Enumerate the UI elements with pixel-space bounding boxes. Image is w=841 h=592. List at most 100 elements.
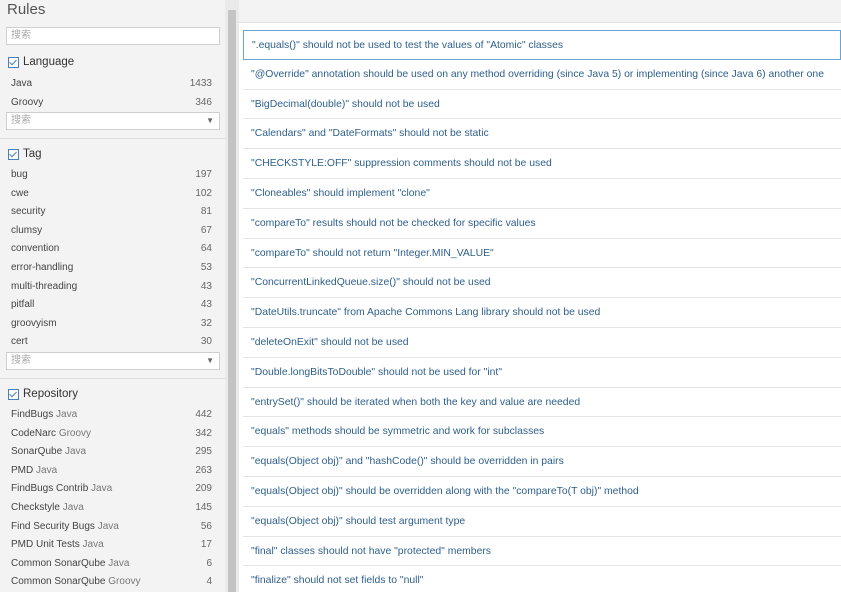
facet-item-count: 43 [200, 299, 212, 311]
facet-item[interactable]: FindBugs Contrib Java 209 [0, 480, 225, 499]
facet-item-label: Common SonarQube [11, 576, 106, 588]
facet-item-language: Java [97, 520, 119, 532]
facet-tag-header[interactable]: Tag [8, 148, 42, 160]
facet-item-count: 67 [200, 224, 212, 236]
facet-item[interactable]: Common SonarQube Groovy 4 [0, 573, 225, 592]
chevron-down-icon[interactable]: ▼ [206, 353, 214, 369]
facet-item[interactable]: SonarQube Java 295 [0, 443, 225, 462]
tag-search-select[interactable]: 搜索 ▼ [6, 352, 220, 370]
rule-row[interactable]: "deleteOnExit" should not be used [243, 328, 841, 358]
facet-item-label: Common SonarQube [11, 557, 106, 569]
facet-item-label: clumsy [11, 224, 43, 236]
rule-row[interactable]: "equals(Object obj)" should test argumen… [243, 507, 841, 537]
list-toolbar [239, 0, 841, 23]
rule-row[interactable]: "compareTo" results should not be checke… [243, 209, 841, 239]
facet-item-count: 4 [206, 576, 212, 588]
rule-row[interactable]: "@Override" annotation should be used on… [243, 60, 841, 90]
sidebar-title: Rules [7, 1, 46, 18]
rule-row[interactable]: "entrySet()" should be iterated when bot… [243, 388, 841, 418]
rule-row[interactable]: "finalize" should not set fields to "nul… [243, 566, 841, 592]
facet-item-language: Java [82, 539, 104, 551]
rule-row[interactable]: "equals(Object obj)" should be overridde… [243, 477, 841, 507]
rule-row[interactable]: "BigDecimal(double)" should not be used [243, 90, 841, 120]
facet-item-count: 53 [200, 261, 212, 273]
facet-item-label: groovyism [11, 317, 57, 329]
tag-search-placeholder: 搜索 [11, 355, 31, 366]
rule-row[interactable]: "ConcurrentLinkedQueue.size()" should no… [243, 268, 841, 299]
facet-item-name: convention [11, 240, 59, 259]
facet-item[interactable]: groovyism 32 [0, 315, 225, 334]
facet-item-name: Checkstyle Java [11, 499, 84, 518]
facet-item[interactable]: Find Security Bugs Java 56 [0, 518, 225, 537]
facet-item-label: error-handling [11, 261, 74, 273]
facet-item[interactable]: cwe 102 [0, 185, 225, 204]
facet-item-count: 342 [195, 427, 212, 439]
rules-sidebar: Rules 搜索 Language Java 1433 Groovy 346 搜索 ▼… [0, 0, 225, 592]
facet-item-label: bug [11, 169, 28, 180]
facet-item-count: 43 [200, 280, 212, 292]
facet-item-name: cwe [11, 185, 29, 204]
facet-item[interactable]: PMD Unit Tests Java 17 [0, 536, 225, 555]
facet-item-label: FindBugs Contrib [11, 483, 89, 495]
rule-row[interactable]: "compareTo" should not return "Integer.M… [243, 239, 841, 269]
facet-item-language: Java [56, 409, 78, 420]
facet-item-name: security [11, 203, 45, 222]
facet-item-count: 442 [195, 409, 212, 420]
facet-item-count: 17 [200, 539, 212, 551]
facet-item[interactable]: pitfall 43 [0, 296, 225, 315]
facet-item[interactable]: cert 30 [0, 333, 225, 352]
rule-row[interactable]: "equals" methods should be symmetric and… [243, 417, 841, 448]
facet-item[interactable]: Common SonarQube Java 6 [0, 555, 225, 574]
facet-item-language: Java [62, 501, 84, 513]
facet-item-name: clumsy [11, 222, 42, 241]
rule-row[interactable]: "Double.longBitsToDouble" should not be … [243, 358, 841, 388]
facet-language-list: Java 1433 Groovy 346 [0, 75, 225, 112]
facet-item[interactable]: CodeNarc Groovy 342 [0, 425, 225, 444]
facet-item-count: 295 [195, 446, 212, 458]
rule-row[interactable]: "DateUtils.truncate" from Apache Commons… [243, 298, 841, 328]
rule-row[interactable]: ".equals()" should not be used to test t… [243, 30, 841, 60]
facet-item-name: Common SonarQube Java [11, 555, 129, 574]
facet-item[interactable]: Groovy 346 [0, 94, 225, 113]
facet-item[interactable]: FindBugs Java 442 [0, 406, 225, 425]
facet-item[interactable]: clumsy 67 [0, 222, 225, 241]
rule-row[interactable]: "CHECKSTYLE:OFF" suppression comments sh… [243, 149, 841, 179]
rule-row[interactable]: "final" classes should not have "protect… [243, 537, 841, 567]
facet-item-name: error-handling [11, 259, 73, 278]
checkbox-checked-icon[interactable] [8, 56, 19, 68]
facet-item-name: bug [11, 166, 28, 185]
facet-item[interactable]: Java 1433 [0, 75, 225, 94]
rule-row[interactable]: "Cloneables" should implement "clone" [243, 179, 841, 209]
rule-search-input[interactable]: 搜索 [6, 27, 220, 45]
facet-item[interactable]: security 81 [0, 203, 225, 222]
language-search-select[interactable]: 搜索 ▼ [6, 112, 220, 130]
checkbox-checked-icon[interactable] [8, 148, 19, 160]
rule-row[interactable]: "equals(Object obj)" and "hashCode()" sh… [243, 447, 841, 477]
facet-item-count: 145 [195, 501, 212, 513]
facet-item-language: Java [91, 483, 113, 495]
facet-item-label: pitfall [11, 299, 35, 311]
facet-item-name: CodeNarc Groovy [11, 425, 91, 444]
facet-item-language: Groovy [108, 576, 141, 588]
rules-list-panel: ".equals()" should not be used to test t… [239, 0, 841, 592]
facet-repository-header[interactable]: Repository [8, 388, 78, 400]
sidebar-scrollbar-thumb[interactable] [228, 10, 236, 592]
facet-item-name: pitfall [11, 296, 34, 315]
facet-item-label: PMD Unit Tests [11, 539, 80, 551]
chevron-down-icon[interactable]: ▼ [206, 113, 214, 129]
rule-row[interactable]: "Calendars" and "DateFormats" should not… [243, 119, 841, 150]
checkbox-checked-icon[interactable] [8, 388, 19, 400]
facet-item-count: 346 [195, 96, 212, 108]
facet-language-header[interactable]: Language [8, 56, 74, 68]
facet-item[interactable]: PMD Java 263 [0, 462, 225, 481]
facet-item[interactable]: convention 64 [0, 240, 225, 259]
facet-item[interactable]: error-handling 53 [0, 259, 225, 278]
rule-list: ".equals()" should not be used to test t… [243, 30, 841, 592]
facet-item-count: 209 [195, 483, 212, 495]
facet-item-count: 6 [206, 557, 212, 569]
facet-item[interactable]: bug 197 [0, 166, 225, 185]
facet-item-label: multi-threading [11, 280, 78, 292]
facet-item[interactable]: multi-threading 43 [0, 278, 225, 297]
facet-item[interactable]: Checkstyle Java 145 [0, 499, 225, 518]
facet-item-name: cert [11, 333, 28, 352]
